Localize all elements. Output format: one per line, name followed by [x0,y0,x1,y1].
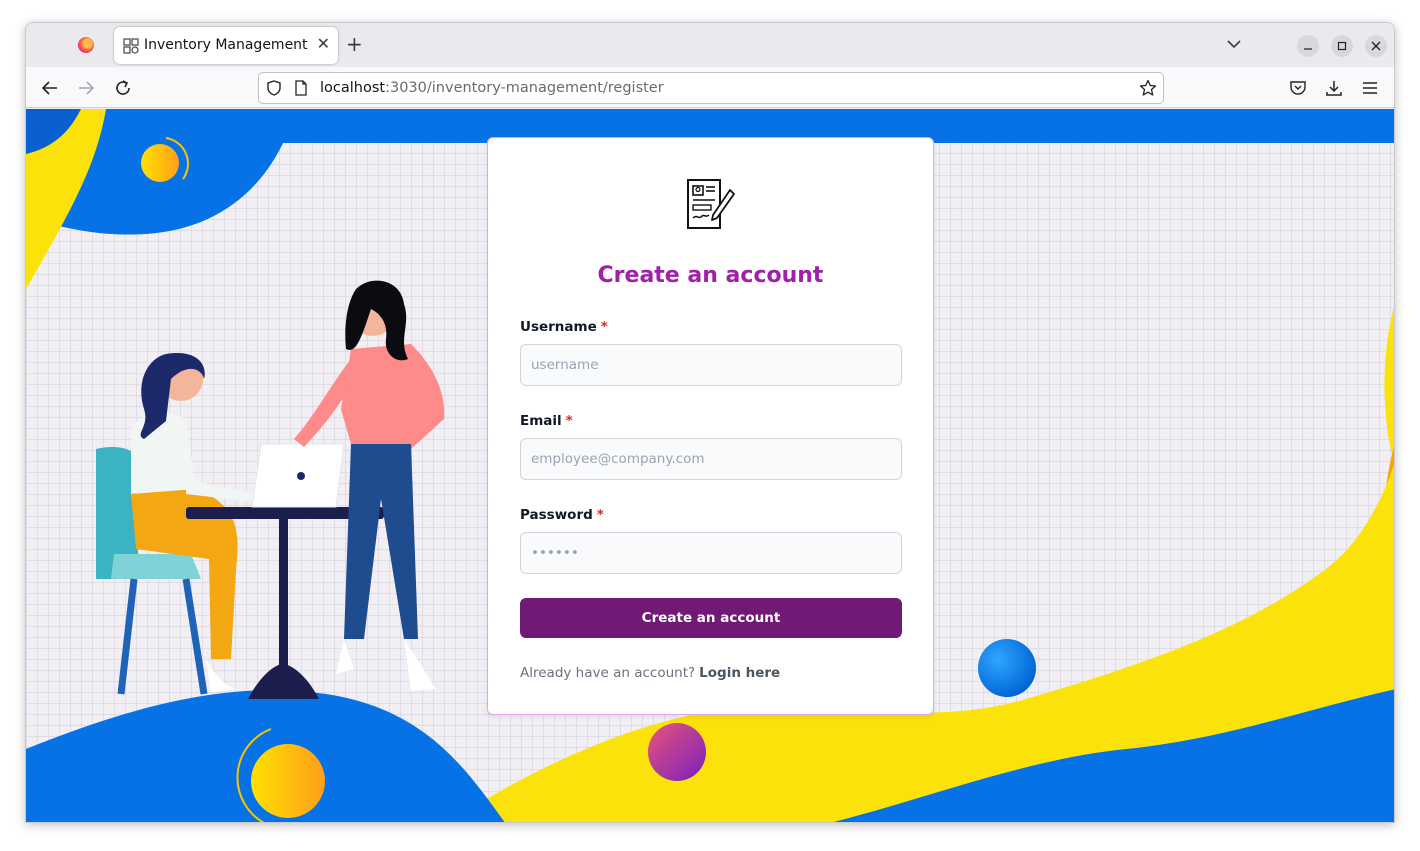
password-label-text: Password [520,507,593,523]
tab-close-icon[interactable]: ✕ [317,36,330,52]
required-marker: * [600,319,608,335]
bookmark-star-icon[interactable] [1139,79,1157,97]
maximize-icon[interactable] [1331,35,1353,57]
url-bar[interactable]: localhost:3030/inventory-management/regi… [258,72,1164,104]
login-link[interactable]: Login here [699,665,780,681]
forward-icon[interactable] [77,79,95,97]
browser-window: Inventory Management ✕ + localhost:3030/… [25,22,1395,823]
username-label-text: Username [520,319,597,335]
new-tab-icon[interactable]: + [346,34,363,54]
register-card: Create an account Username* Email* Passw… [487,137,934,715]
password-input[interactable] [520,532,902,574]
menu-icon[interactable] [1361,79,1379,97]
tab-title: Inventory Management [144,37,308,53]
register-form-icon [687,179,735,229]
create-account-button[interactable]: Create an account [520,598,902,638]
seated-woman-illustration [96,353,256,695]
tab-strip: Inventory Management ✕ + [26,23,1394,67]
pocket-icon[interactable] [1289,79,1307,97]
url-text[interactable]: localhost:3030/inventory-management/regi… [320,80,664,96]
url-host: localhost [320,80,386,96]
page-icon [295,80,307,96]
login-prompt-text: Already have an account? [520,665,696,681]
page-content: Create an account Username* Email* Passw… [26,109,1394,822]
username-input[interactable] [520,344,902,386]
required-marker: * [596,507,604,523]
required-marker: * [565,413,573,429]
inventory-favicon-icon [123,38,139,54]
email-input[interactable] [520,438,902,480]
url-path: :3030/inventory-management/register [385,80,664,96]
username-label: Username * [520,319,608,335]
password-label: Password * [520,507,604,523]
email-label: Email * [520,413,573,429]
downloads-icon[interactable] [1325,79,1343,97]
tab-list-icon[interactable] [1226,36,1242,52]
minimize-icon[interactable] [1297,35,1319,57]
shield-icon[interactable] [266,80,282,96]
reload-icon[interactable] [114,79,132,97]
email-label-text: Email [520,413,562,429]
page-title: Create an account [597,263,824,288]
back-icon[interactable] [41,79,59,97]
close-icon[interactable] [1365,35,1387,57]
login-prompt: Already have an account? Login here [520,665,780,681]
tab-inventory-management[interactable]: Inventory Management ✕ [114,27,338,64]
firefox-icon[interactable] [78,37,94,53]
navigation-bar: localhost:3030/inventory-management/regi… [26,67,1394,108]
